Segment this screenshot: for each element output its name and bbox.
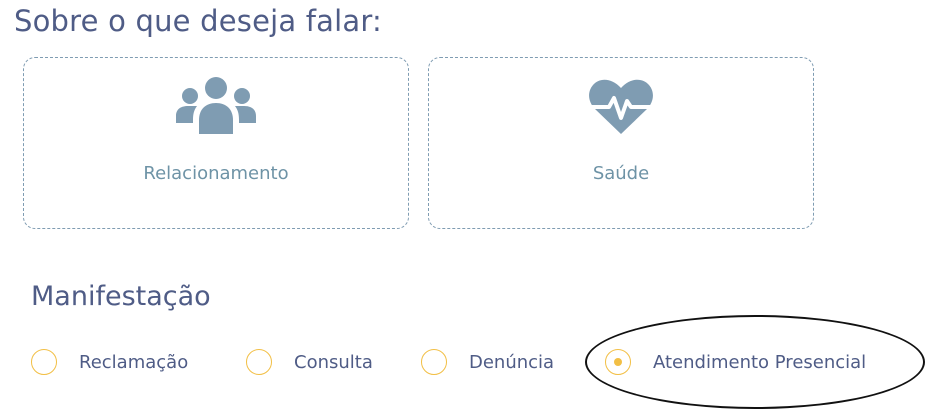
radio-label-denuncia: Denúncia: [469, 351, 555, 373]
radio-circle[interactable]: [31, 349, 57, 375]
radio-circle[interactable]: [421, 349, 447, 375]
radio-circle[interactable]: [246, 349, 272, 375]
radio-label-reclamacao: Reclamação: [79, 351, 189, 373]
topic-heading: Sobre o que deseja falar:: [14, 4, 382, 38]
topic-card-saude[interactable]: Saúde: [428, 57, 814, 229]
topic-card-relacionamento[interactable]: Relacionamento: [23, 57, 409, 229]
radio-selected-dot: [614, 358, 622, 366]
radio-consulta[interactable]: Consulta: [246, 340, 373, 384]
manifestation-title: Manifestação: [31, 281, 211, 312]
radio-reclamacao[interactable]: Reclamação: [31, 340, 188, 384]
topic-label-relacionamento: Relacionamento: [143, 163, 289, 184]
radio-atendimento-presencial[interactable]: Atendimento Presencial: [605, 340, 866, 384]
users-group-icon: [176, 77, 256, 134]
radio-label-atendimento-presencial: Atendimento Presencial: [653, 351, 867, 373]
manifestation-radio-group: Reclamação Consulta Denúncia Atendimento…: [0, 340, 943, 384]
radio-label-consulta: Consulta: [294, 351, 373, 373]
topic-label-saude: Saúde: [592, 163, 650, 184]
radio-denuncia[interactable]: Denúncia: [421, 340, 554, 384]
heart-pulse-icon: [587, 79, 655, 134]
radio-circle-selected[interactable]: [605, 349, 631, 375]
